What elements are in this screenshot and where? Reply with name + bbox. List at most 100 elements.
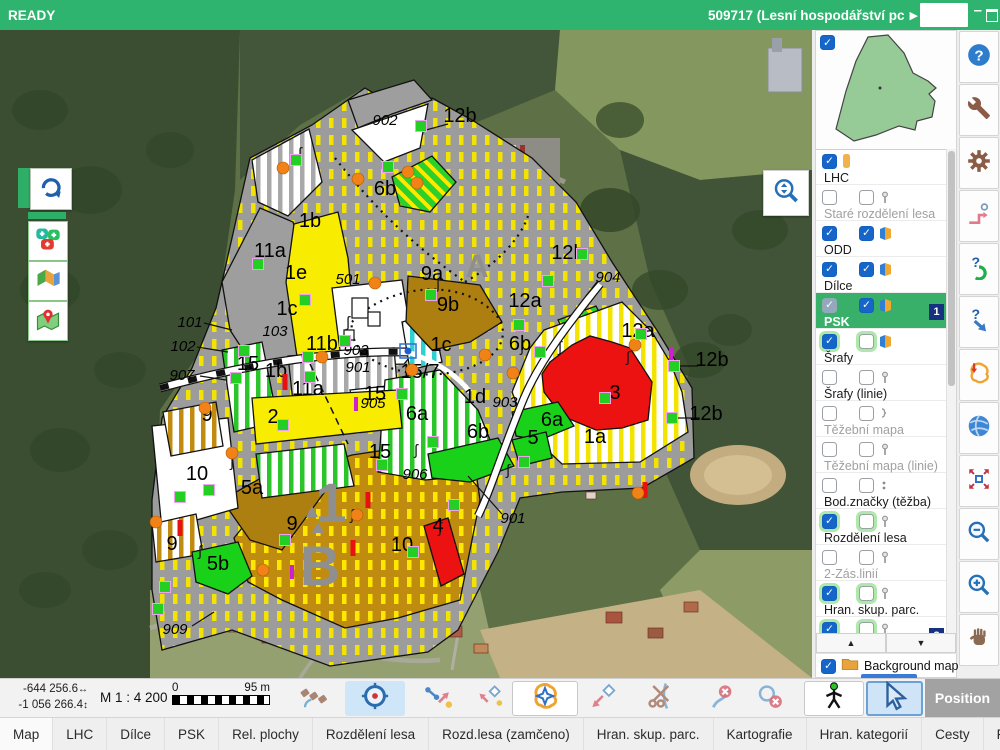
scrollbar-thumb[interactable] [948,151,955,386]
green-square-marker[interactable] [291,155,302,166]
layer-edit-checkbox[interactable]: ✓ [859,262,874,277]
green-square-marker[interactable] [397,389,408,400]
scroll-up-button[interactable]: ▲ [816,633,886,653]
layer-edit-checkbox[interactable] [859,478,874,493]
position-button[interactable]: Position [925,679,1000,717]
green-square-marker[interactable] [519,457,530,468]
orange-dot-marker[interactable] [632,487,644,499]
orange-dot-marker[interactable] [507,367,519,379]
red-tick-marker[interactable] [351,540,356,556]
green-square-marker[interactable] [383,162,394,173]
refresh-area-button[interactable] [959,349,999,401]
delete-point-button[interactable] [748,681,792,716]
layer-edit-checkbox[interactable] [859,550,874,565]
layer-item[interactable]: 2-Zás.linií [816,545,956,581]
layers-map-button[interactable] [28,261,68,301]
layer-visibility-checkbox[interactable] [822,370,837,385]
green-square-marker[interactable] [577,249,588,260]
title-white-box[interactable] [920,3,968,27]
magnifier-zoom-button[interactable] [763,170,809,216]
green-square-marker[interactable] [669,361,680,372]
green-square-marker[interactable] [153,604,164,615]
green-square-marker[interactable] [636,329,647,340]
refresh-map-button[interactable] [30,168,72,210]
map-viewport[interactable]: ʃʃʃʃʃʃʃʃʃʃʃʃ A1B 12b6b11a1b1e9a12b1c9b12… [0,30,812,678]
tab-map[interactable]: Map [0,718,53,750]
orange-dot-marker[interactable] [199,402,211,414]
layer-visibility-checkbox[interactable] [822,478,837,493]
green-square-marker[interactable] [514,320,525,331]
green-square-marker[interactable] [426,290,437,301]
locate-button[interactable] [28,301,68,341]
query-arrow-button[interactable]: ? [959,296,999,348]
layer-item[interactable]: Těžební mapa (linie) [816,437,956,473]
layer-name[interactable]: Rozdělení lesa [822,530,956,546]
person-button[interactable] [804,681,864,716]
green-square-marker[interactable] [416,121,427,132]
pan-hand-button[interactable] [959,614,999,666]
restore-window-button[interactable] [986,9,998,22]
green-square-marker[interactable] [449,500,460,511]
orange-dot-marker[interactable] [406,364,418,376]
green-square-marker[interactable] [543,276,554,287]
orange-dot-marker[interactable] [351,509,363,521]
tab-lhc[interactable]: LHC [53,718,107,750]
layer-edit-checkbox[interactable] [859,622,874,634]
layer-edit-checkbox[interactable] [859,442,874,457]
layer-edit-checkbox[interactable]: ✓ [859,226,874,241]
route-pin-button[interactable] [959,190,999,242]
red-tick-marker[interactable] [366,492,371,508]
layer-item[interactable]: ✓2 [816,617,956,633]
layer-item[interactable]: Staré rozdělení lesa [816,185,956,221]
layer-name[interactable]: Dílce [822,278,956,294]
orange-dot-marker[interactable] [479,349,491,361]
magenta-tick-marker[interactable] [290,565,294,579]
layer-item[interactable]: ✓Šrafy [816,329,956,365]
layer-item[interactable]: Šrafy (linie) [816,365,956,401]
magenta-tick-marker[interactable] [354,397,358,411]
orange-dot-marker[interactable] [352,173,364,185]
orange-dot-marker[interactable] [411,177,423,189]
background-map-checkbox[interactable]: ✓ [821,659,836,674]
layer-visibility-checkbox[interactable]: ✓ [822,514,837,529]
help-button[interactable]: ? [959,31,999,83]
tab-fousy[interactable]: Fousy [984,718,1000,750]
layer-name[interactable]: Bod.značky (těžba) [822,494,956,510]
scissors-button[interactable] [640,681,684,716]
green-square-marker[interactable] [160,582,171,593]
tab-kartografie[interactable]: Kartografie [714,718,807,750]
green-square-marker[interactable] [278,420,289,431]
zoom-out-button[interactable] [959,508,999,560]
layer-visibility-checkbox[interactable] [822,190,837,205]
layer-name[interactable]: LHC [822,170,956,186]
green-square-marker[interactable] [377,460,388,471]
map-canvas[interactable]: ʃʃʃʃʃʃʃʃʃʃʃʃ A1B 12b6b11a1b1e9a12b1c9b12… [0,30,812,678]
layer-item[interactable]: ✓Hran. skup. parc. [816,581,956,617]
layer-item[interactable]: ✓✓Dílce [816,257,956,293]
fit-extent-button[interactable] [959,455,999,507]
orange-dot-marker[interactable] [277,162,289,174]
layer-item[interactable]: ✓LHC [816,149,956,185]
layer-visibility-checkbox[interactable]: ✓ [822,586,837,601]
layer-name[interactable]: Staré rozdělení lesa [822,206,956,222]
layer-name[interactable]: ODD [822,242,956,258]
green-square-marker[interactable] [303,352,314,363]
target-button[interactable] [345,681,405,716]
minimap-visibility-checkbox[interactable]: ✓ [820,35,835,50]
tab-rozd-lesa-zam-eno-[interactable]: Rozd.lesa (zamčeno) [429,718,584,750]
tab-psk[interactable]: PSK [165,718,219,750]
orange-dot-marker[interactable] [402,166,414,178]
layer-visibility-checkbox[interactable] [822,550,837,565]
green-square-marker[interactable] [300,295,311,306]
delete-line-button[interactable] [700,681,744,716]
layer-name[interactable]: Těžební mapa (linie) [822,458,956,474]
magenta-tick-marker[interactable] [669,348,673,362]
green-square-marker[interactable] [667,413,678,424]
layer-edit-checkbox[interactable] [859,514,874,529]
move-point-button[interactable] [584,681,624,716]
green-square-marker[interactable] [428,437,439,448]
layer-visibility-checkbox[interactable]: ✓ [822,334,837,349]
green-square-marker[interactable] [340,336,351,347]
orange-dot-marker[interactable] [369,277,381,289]
wrench-button[interactable] [959,84,999,136]
